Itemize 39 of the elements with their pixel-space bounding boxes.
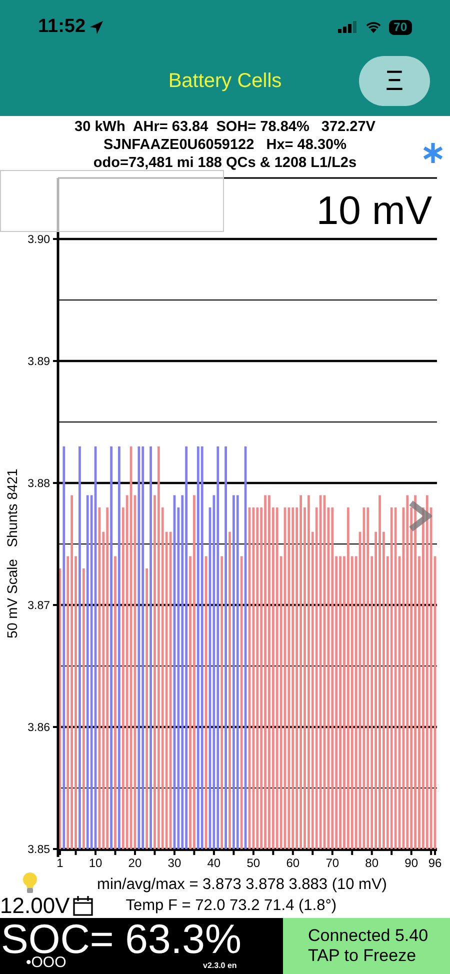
scale-label: 10 mV [316, 189, 432, 233]
x-tick-label: 40 [207, 856, 221, 870]
y-tick-label: 3.85 [28, 844, 50, 856]
wifi-icon [364, 21, 382, 33]
aux-battery-voltage: 12.00V [0, 894, 70, 918]
x-tick-label: 80 [365, 856, 379, 870]
version-label: v2.3.0 en [203, 960, 237, 972]
x-tick-label: 90 [404, 856, 418, 870]
lightbulb-icon[interactable] [22, 872, 38, 894]
chevron-right-icon[interactable] [408, 500, 432, 532]
location-arrow-icon [88, 20, 104, 34]
x-tick-label: 1 [56, 856, 64, 870]
y-tick-label: 3.88 [28, 478, 50, 490]
x-tick-label: 50 [246, 856, 260, 870]
y-tick-label: 3.86 [28, 722, 50, 734]
calendar-icon[interactable] [72, 896, 93, 916]
x-tick-label: 60 [286, 856, 300, 870]
y-tick-label: 3.89 [28, 356, 50, 368]
battery-indicator: 70 [388, 20, 412, 34]
signal-icon [338, 21, 358, 33]
y-tick-label: 3.87 [28, 600, 50, 612]
y-axis-title: 50 mV Scale Shunts 8421 [4, 468, 20, 638]
temperature-readout: Temp F = 72.0 73.2 71.4 (1.8°) [126, 896, 337, 916]
x-tick-label: 70 [326, 856, 340, 870]
x-tick-label: 30 [168, 856, 182, 870]
page-dots[interactable]: •OOO [26, 954, 66, 971]
status-time: 11:52 [38, 14, 86, 39]
x-tick-label: 96 [428, 856, 442, 870]
info-line: 30 kWh AHr= 63.84 SOH= 78.84% 372.27V [74, 118, 376, 136]
x-tick-label: 10 [88, 856, 102, 870]
y-tick-label: 3.90 [28, 234, 50, 246]
info-line: odo=73,481 mi 188 QCs & 1208 L1/L2s [93, 154, 357, 172]
asterisk-icon[interactable] [423, 143, 443, 163]
x-tick-label: 20 [128, 856, 142, 870]
info-line: SJNFAAZE0U6059122 Hx= 48.30% [103, 136, 346, 154]
cell-voltage-stats: min/avg/max = 3.873 3.878 3.883 (10 mV) [96, 876, 388, 894]
connection-status-button[interactable]: Connected 5.40 TAP to Freeze [283, 918, 450, 974]
page-title: Battery Cells [168, 69, 282, 94]
menu-button[interactable]: Ξ [359, 56, 430, 106]
